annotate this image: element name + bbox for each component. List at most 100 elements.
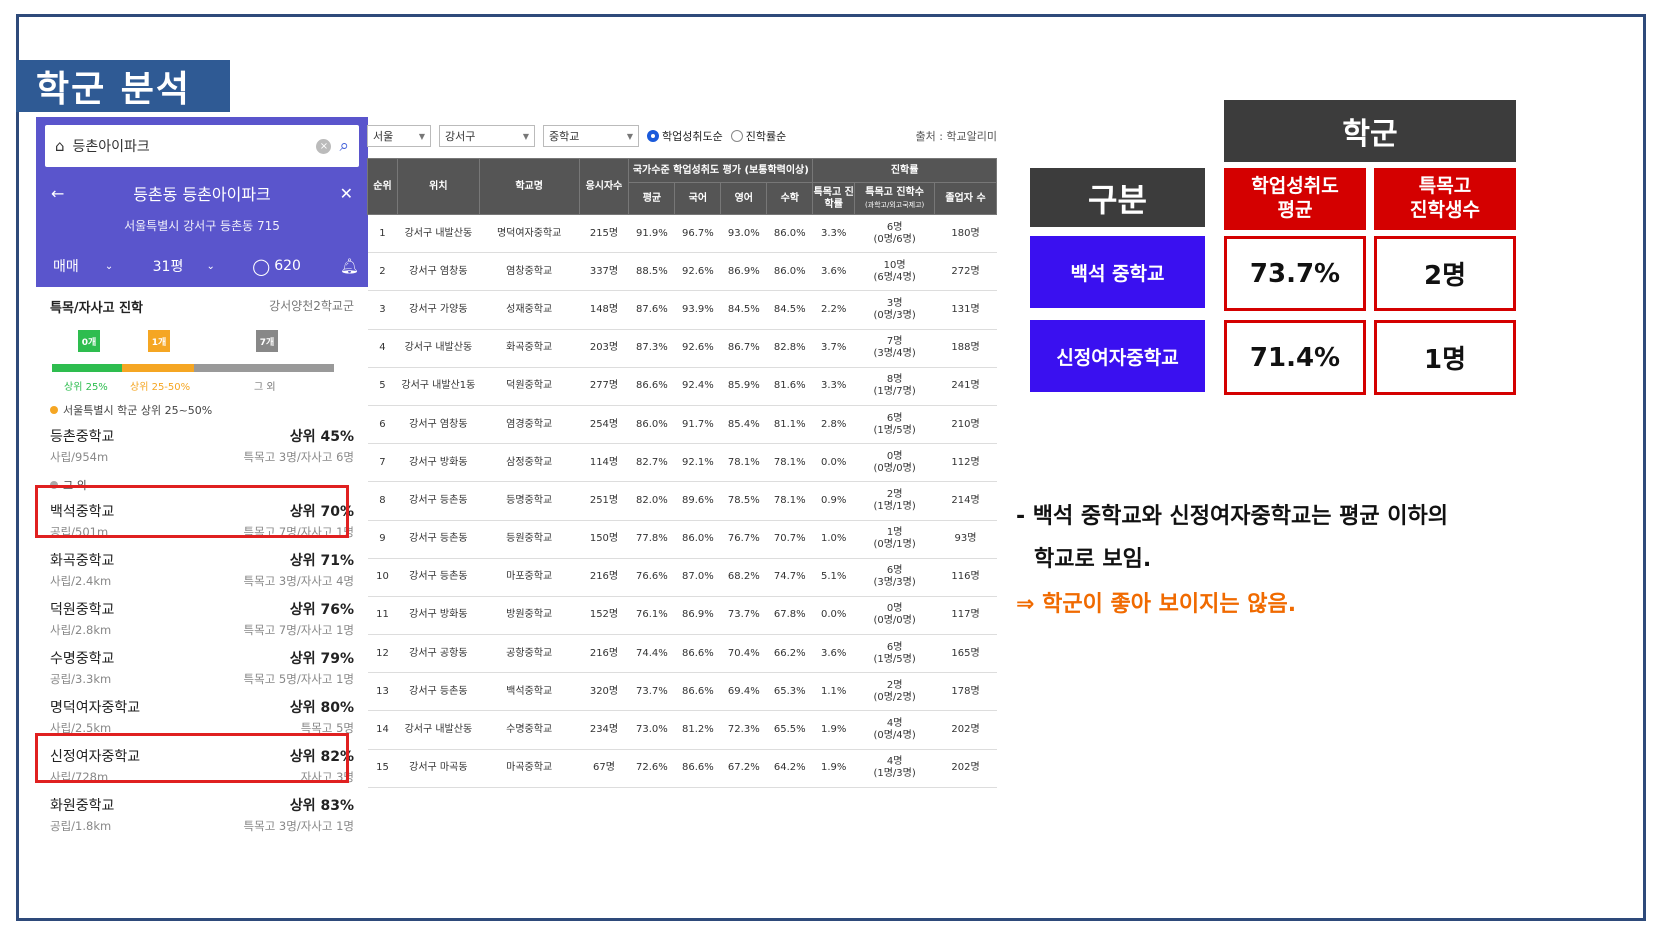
col-header: 수학 [766, 182, 814, 215]
col-header: 국어 [674, 182, 722, 215]
bell-icon[interactable]: 🔔︎ [340, 257, 359, 275]
table-cell: 92.1% [674, 443, 721, 483]
col-header: 졸업자 수 [934, 182, 997, 215]
table-cell: 10 [367, 558, 398, 597]
table-cell: 92.4% [674, 367, 721, 406]
search-input[interactable]: 등촌아이파크 [73, 136, 309, 156]
table-cell: 81.1% [766, 405, 813, 445]
city-select[interactable]: 서울 ▼ [367, 125, 431, 147]
table-cell: 86.0% [766, 252, 813, 292]
flag-icon: 1개 [148, 330, 170, 352]
col-header: 학교명 [478, 158, 580, 215]
table-cell: 89.6% [674, 481, 721, 521]
table-cell: 9 [367, 520, 398, 559]
school-rank: 상위 83% [289, 798, 354, 814]
table-cell: 강서구 염창동 [397, 252, 480, 292]
table-cell: 강서구 공항동 [397, 634, 480, 674]
summary-col2: 특목고 진학생수 [1374, 168, 1516, 230]
school-list-group1: 등촌중학교 상위 45% 사립/954m 특목고 3명/자사고 6명 [36, 422, 368, 471]
table-cell: 삼정중학교 [479, 443, 580, 483]
table-cell: 0명 (0명/0명) [854, 596, 935, 636]
level-select[interactable]: 중학교 ▼ [543, 125, 639, 147]
district-label: 강서양천2학교군 [269, 299, 354, 313]
table-cell: 강서구 방화동 [397, 596, 480, 636]
table-cell: 4 [367, 329, 398, 368]
table-cell: 강서구 가양동 [397, 290, 480, 330]
table-cell: 86.6% [674, 672, 721, 712]
table-cell: 강서구 내발산동 [397, 329, 480, 368]
bar-top50 [122, 364, 194, 372]
table-cell: 87.0% [674, 558, 721, 597]
table-cell: 0명 (0명/0명) [854, 443, 935, 483]
back-arrow-icon[interactable]: ← [51, 184, 64, 203]
table-cell: 86.6% [674, 634, 721, 674]
table-cell: 72.3% [720, 710, 767, 750]
table-cell: 234명 [579, 710, 629, 750]
table-cell: 7명 (3명/4명) [854, 329, 935, 368]
table-cell: 10명 (6명/4명) [854, 252, 935, 292]
table-cell: 216명 [579, 558, 629, 597]
clear-icon[interactable]: × [316, 138, 332, 154]
table-cell: 82.7% [628, 443, 675, 483]
table-cell: 15 [367, 749, 398, 788]
search-bar[interactable]: ⌂ 등촌아이파크 × ⌕ [45, 125, 359, 167]
table-cell: 214명 [934, 481, 997, 521]
table-cell: 68.2% [720, 558, 767, 597]
table-cell: 11 [367, 596, 398, 636]
school-name: 명덕여자중학교 [50, 700, 141, 716]
comment-icon[interactable]: ◯ [252, 257, 270, 276]
table-row: 4 강서구 내발산동 화곡중학교 203명 87.3% 92.6% 86.7% 82.8% 3.… [367, 329, 997, 368]
table-cell: 203명 [579, 329, 629, 368]
table-cell: 165명 [934, 634, 997, 674]
school-info: 공립/3.3km [50, 672, 112, 686]
table-cell: 13 [367, 672, 398, 712]
school-item[interactable]: 화원중학교 상위 83% 공립/1.8km 특목고 3명/자사고 1명 [36, 791, 368, 840]
table-cell: 215명 [579, 214, 629, 254]
table-cell: 81.6% [766, 367, 813, 406]
table-cell: 수명중학교 [479, 710, 580, 750]
school-item[interactable]: 화곡중학교 상위 71% 사립/2.4km 특목고 3명/자사고 4명 [36, 546, 368, 595]
table-cell: 92.6% [674, 329, 721, 368]
table-row: 7 강서구 방화동 삼정중학교 114명 82.7% 92.1% 78.1% 78.1% 0.0… [367, 443, 997, 483]
col-header: 영어 [720, 182, 768, 215]
table-cell: 131명 [934, 290, 997, 330]
summary-row1-avg: 73.7% [1224, 236, 1366, 311]
close-icon[interactable]: ✕ [340, 184, 353, 203]
school-item[interactable]: 덕원중학교 상위 76% 사립/2.8km 특목고 7명/자사고 1명 [36, 595, 368, 644]
table-cell: 마포중학교 [479, 558, 580, 597]
group-header: 국가수준 학업성취도 평가 (보통학력이상) [628, 158, 814, 183]
table-cell: 88.5% [628, 252, 675, 292]
table-cell: 65.3% [766, 672, 813, 712]
table-cell: 1 [367, 214, 398, 254]
table-cell: 81.2% [674, 710, 721, 750]
progress-flags: 0개 1개 7개 상위 25% 상위 25-50% 그 외 [50, 316, 354, 396]
table-cell: 112명 [934, 443, 997, 483]
table-row: 11 강서구 방화동 방원중학교 152명 76.1% 86.9% 73.7% 67.8% 0.… [367, 596, 997, 636]
table-cell: 1.1% [812, 672, 855, 712]
group-header: 진학률 [812, 158, 997, 183]
school-item[interactable]: 수명중학교 상위 79% 공립/3.3km 특목고 5명/자사고 1명 [36, 644, 368, 693]
table-row: 13 강서구 등촌동 백석중학교 320명 73.7% 86.6% 69.4% 65.3% 1.… [367, 672, 997, 712]
table-cell: 92.6% [674, 252, 721, 292]
radio-achievement[interactable]: 학업성취도순 [647, 128, 723, 144]
search-icon[interactable]: ⌕ [339, 136, 349, 156]
flag-icon: 7개 [256, 330, 278, 352]
radio-advancement[interactable]: 진학률순 [730, 128, 786, 144]
table-cell: 180명 [934, 214, 997, 254]
section-header: 특목/자사고 진학 강서양천2학교군 [36, 287, 368, 316]
school-item[interactable]: 등촌중학교 상위 45% 사립/954m 특목고 3명/자사고 6명 [36, 422, 368, 471]
table-cell: 3 [367, 290, 398, 330]
table-cell: 강서구 염창동 [397, 405, 480, 445]
size-select[interactable]: 31평 [153, 256, 203, 276]
chevron-down-icon: ⌄ [104, 260, 114, 272]
table-cell: 210명 [934, 405, 997, 445]
district-select[interactable]: 강서구 ▼ [439, 125, 535, 147]
table-cell: 백석중학교 [479, 672, 580, 712]
table-cell: 84.5% [766, 290, 813, 330]
table-cell: 93.0% [720, 214, 767, 254]
table-cell: 86.0% [628, 405, 675, 445]
deal-type-select[interactable]: 매매 [45, 256, 101, 276]
table-cell: 87.6% [628, 290, 675, 330]
table-cell: 70.4% [720, 634, 767, 674]
summary-row1-name: 백석 중학교 [1030, 236, 1205, 308]
